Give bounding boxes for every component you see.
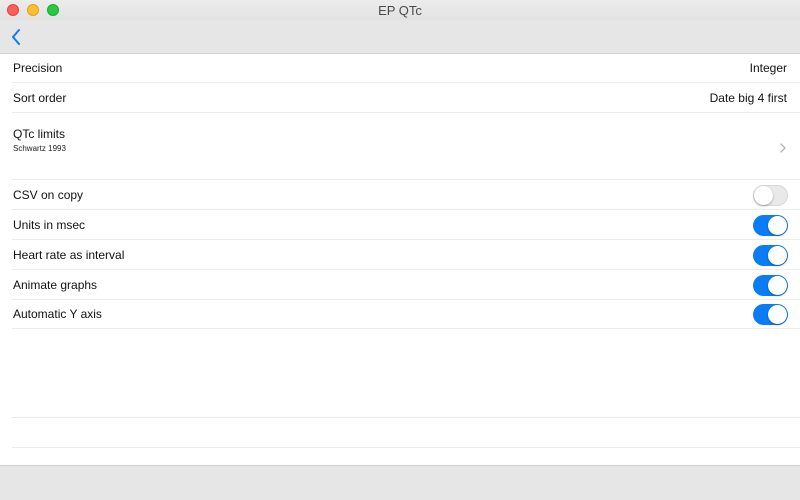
empty-row (12, 329, 800, 418)
precision-row[interactable]: Precision Integer (12, 54, 800, 83)
toggle-row-units-in-msec: Units in msec (12, 210, 800, 240)
zoom-window-button[interactable] (47, 4, 59, 16)
toggle-row-csv-on-copy: CSV on copy (12, 180, 800, 210)
sort-order-row[interactable]: Sort order Date big 4 first (12, 83, 800, 113)
animate-graphs-label: Animate graphs (13, 278, 98, 292)
csv-on-copy-toggle[interactable] (753, 185, 788, 206)
units-in-msec-toggle[interactable] (753, 215, 788, 236)
qtc-limits-subtitle: Schwartz 1993 (13, 144, 66, 153)
title-bar: EP QTc (0, 0, 800, 20)
csv-on-copy-label: CSV on copy (13, 188, 84, 202)
app-window: EP QTc Precision Integer Sort order Date… (0, 0, 800, 500)
empty-row (12, 418, 800, 448)
qtc-limits-label: QTc limits (13, 127, 65, 141)
chevron-right-icon (780, 143, 786, 153)
automatic-y-axis-toggle[interactable] (753, 304, 788, 325)
precision-value: Integer (749, 61, 787, 75)
window-title: EP QTc (378, 2, 422, 18)
sort-order-value: Date big 4 first (709, 91, 787, 105)
sort-order-label: Sort order (13, 91, 67, 105)
toggle-knob (768, 276, 787, 295)
toggle-knob (768, 246, 787, 265)
navigation-bar (0, 20, 800, 54)
heart-rate-as-interval-toggle[interactable] (753, 245, 788, 266)
close-window-button[interactable] (7, 4, 19, 16)
toggle-row-automatic-y-axis: Automatic Y axis (12, 300, 800, 329)
qtc-limits-row[interactable]: QTc limits Schwartz 1993 (12, 113, 800, 180)
toggle-row-heart-rate-as-interval: Heart rate as interval (12, 240, 800, 270)
bottom-toolbar (0, 465, 800, 500)
chevron-left-icon (12, 29, 20, 45)
precision-label: Precision (13, 61, 63, 75)
back-button[interactable] (4, 24, 28, 50)
window-controls (7, 4, 59, 16)
heart-rate-as-interval-label: Heart rate as interval (13, 248, 125, 262)
settings-list: Precision Integer Sort order Date big 4 … (0, 54, 800, 465)
toggle-knob (754, 186, 773, 205)
animate-graphs-toggle[interactable] (753, 275, 788, 296)
toggle-knob (768, 305, 787, 324)
toggle-row-animate-graphs: Animate graphs (12, 270, 800, 300)
units-in-msec-label: Units in msec (13, 218, 86, 232)
toggle-knob (768, 216, 787, 235)
automatic-y-axis-label: Automatic Y axis (13, 307, 102, 321)
minimize-window-button[interactable] (27, 4, 39, 16)
